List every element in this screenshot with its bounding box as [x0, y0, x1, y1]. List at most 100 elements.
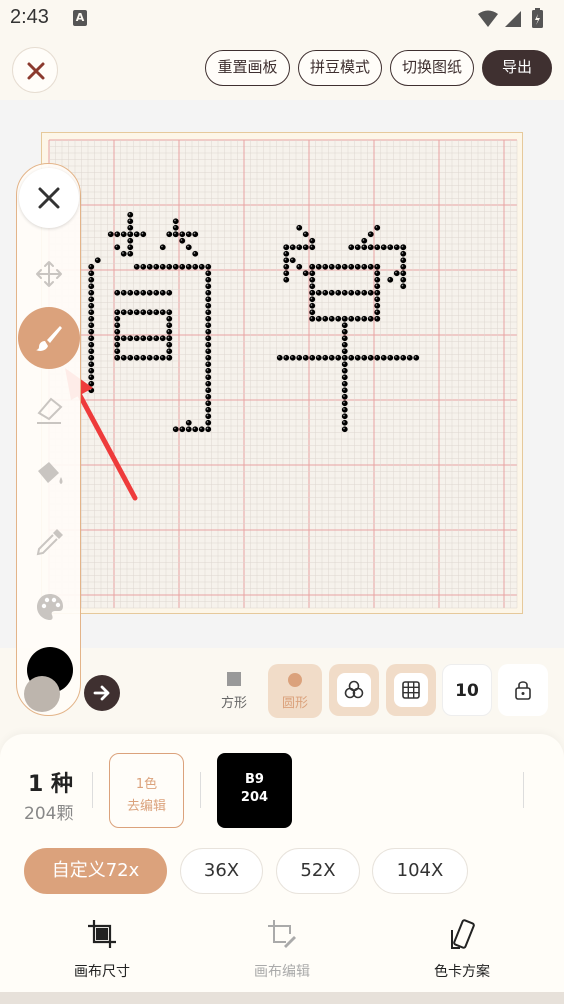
toggle-inner	[394, 673, 428, 707]
toolbar-close-button[interactable]	[19, 168, 79, 228]
bead	[302, 231, 309, 238]
switch-pattern-button[interactable]: 切换图纸	[390, 50, 474, 86]
crop-edit-icon	[268, 920, 296, 948]
nav-canvas-edit[interactable]: 画布编辑	[212, 914, 352, 984]
bead	[393, 270, 400, 277]
nav-canvas-size-label: 画布尺寸	[74, 964, 130, 980]
color-swatch-b9[interactable]: B9 204	[217, 753, 292, 828]
bead	[88, 322, 95, 329]
bead	[341, 315, 348, 322]
square-shape-icon	[227, 672, 241, 686]
bead	[88, 289, 95, 296]
bead	[341, 419, 348, 426]
close-button[interactable]	[12, 47, 58, 93]
bead	[153, 263, 160, 270]
bead	[94, 257, 101, 264]
palette-tool[interactable]	[17, 584, 82, 628]
edit-colors-button[interactable]: 1色 去编辑	[109, 753, 184, 828]
bead	[302, 354, 309, 361]
bead	[387, 276, 394, 283]
lock-button[interactable]	[498, 664, 548, 716]
bead	[205, 322, 212, 329]
size-36x[interactable]: 36X	[180, 848, 263, 894]
bead	[380, 244, 387, 251]
bead	[114, 328, 121, 335]
circle-mode-label: 圆形	[281, 696, 308, 711]
circle-shape-icon	[288, 673, 302, 687]
circle-mode-button[interactable]: 圆形	[268, 664, 322, 718]
square-mode-button[interactable]: 方形	[208, 664, 260, 716]
brush-icon	[36, 326, 62, 351]
bead	[341, 335, 348, 342]
bead	[328, 263, 335, 270]
bead	[114, 244, 121, 251]
nav-canvas-size[interactable]: 画布尺寸	[32, 914, 172, 984]
bead	[400, 257, 407, 264]
size-52x[interactable]: 52X	[276, 848, 360, 894]
bead	[283, 263, 290, 270]
bead-mode-button[interactable]: 拼豆模式	[298, 50, 382, 86]
size-custom-72x[interactable]: 自定义72x	[24, 848, 167, 894]
bead	[335, 354, 342, 361]
bead	[205, 413, 212, 420]
status-time: 2:43	[10, 6, 49, 28]
bead	[335, 289, 342, 296]
redo-button[interactable]	[84, 675, 120, 711]
bead	[341, 341, 348, 348]
number-setting-button[interactable]: 10	[442, 664, 492, 716]
bead	[114, 231, 121, 238]
bead	[309, 309, 316, 316]
bead	[205, 296, 212, 303]
bead	[374, 309, 381, 316]
bead	[185, 244, 192, 251]
bead	[205, 380, 212, 387]
swatch-code: B9	[245, 772, 264, 787]
bead	[341, 361, 348, 368]
bead	[185, 263, 192, 270]
bead	[315, 263, 322, 270]
fill-tool[interactable]	[17, 451, 82, 495]
bead	[127, 250, 134, 257]
bead	[146, 263, 153, 270]
bead	[192, 250, 199, 257]
bead	[309, 315, 316, 322]
undo-button[interactable]	[24, 676, 60, 712]
nav-color-card[interactable]: 色卡方案	[392, 914, 532, 984]
move-tool[interactable]	[17, 252, 82, 296]
grid-toggle[interactable]	[386, 664, 436, 716]
bead	[127, 218, 134, 225]
bead	[205, 374, 212, 381]
divider	[523, 772, 524, 808]
brush-tool[interactable]	[18, 307, 80, 369]
bead	[88, 348, 95, 355]
size-104x[interactable]: 104X	[372, 848, 468, 894]
bead	[192, 426, 199, 433]
fill-bucket-icon	[38, 462, 63, 484]
bead	[88, 309, 95, 316]
bead	[341, 406, 348, 413]
bead	[283, 244, 290, 251]
bead	[315, 289, 322, 296]
bead	[166, 354, 173, 361]
bead	[374, 276, 381, 283]
divider	[92, 772, 93, 808]
bead	[205, 315, 212, 322]
bead	[205, 335, 212, 342]
bead	[413, 354, 420, 361]
bead	[361, 244, 368, 251]
bead	[374, 263, 381, 270]
notification-badge: A	[73, 10, 87, 26]
eraser-tool[interactable]	[17, 387, 82, 431]
bead	[166, 231, 173, 238]
color-overlay-toggle[interactable]	[329, 664, 379, 716]
export-button[interactable]: 导出	[482, 50, 552, 86]
bead	[374, 244, 381, 251]
eyedropper-tool[interactable]	[17, 519, 82, 563]
edit-line1: 1色	[135, 777, 158, 792]
bead	[133, 263, 140, 270]
bead	[374, 270, 381, 277]
bead	[335, 315, 342, 322]
bead	[309, 283, 316, 290]
bead	[205, 406, 212, 413]
reset-canvas-button[interactable]: 重置画板	[205, 50, 290, 86]
